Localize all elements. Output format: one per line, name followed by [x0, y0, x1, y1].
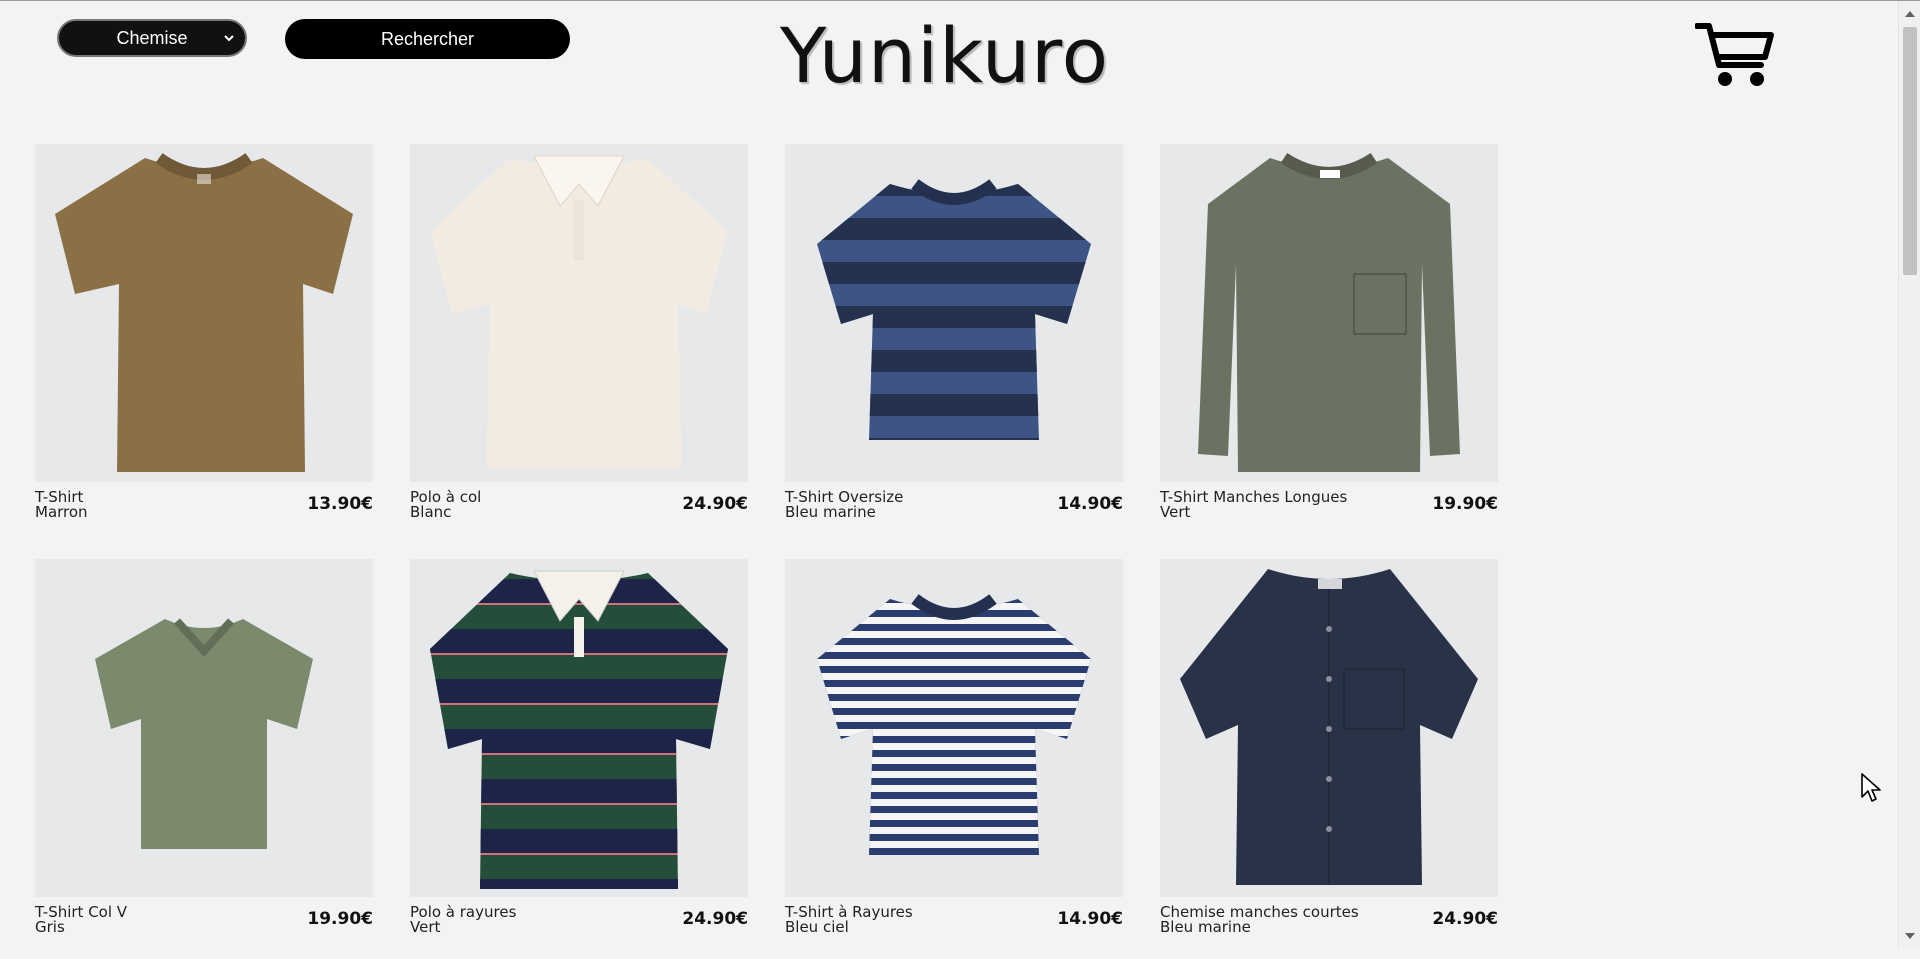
product-image[interactable]: [1160, 144, 1498, 482]
mouse-cursor-icon: [1861, 773, 1881, 802]
product-info: T-Shirt Manches Longues Vert: [1160, 490, 1390, 520]
search-button[interactable]: Rechercher: [285, 19, 570, 59]
product-card[interactable]: T-Shirt Marron 13.90€: [35, 144, 373, 544]
tshirt-stripe-thin-garment-icon: [817, 594, 1091, 855]
vertical-scrollbar[interactable]: [1898, 1, 1920, 947]
product-image[interactable]: [35, 144, 373, 482]
product-info: T-Shirt Oversize Bleu marine: [785, 490, 1015, 520]
product-info: T-Shirt Col V Gris: [35, 905, 265, 935]
product-price: 24.90€: [682, 494, 748, 514]
product-image[interactable]: [785, 559, 1123, 897]
product-color: Gris: [35, 918, 65, 936]
chevron-down-icon: [224, 35, 234, 42]
page: Chemise Rechercher Yunikuro T-Shirt Marro…: [0, 1, 1898, 947]
shopping-cart-icon[interactable]: [1695, 21, 1775, 91]
polo-garment-icon: [430, 155, 728, 468]
category-select[interactable]: Chemise: [57, 19, 247, 57]
product-price: 19.90€: [1432, 494, 1498, 514]
shirt-garment-icon: [1180, 569, 1478, 885]
product-image[interactable]: [1160, 559, 1498, 897]
product-image[interactable]: [785, 144, 1123, 482]
product-card[interactable]: T-Shirt à Rayures Bleu ciel 14.90€: [785, 559, 1123, 959]
scroll-down-arrow-icon[interactable]: [1904, 931, 1916, 941]
product-image[interactable]: [410, 144, 748, 482]
product-info: Polo à rayures Vert: [410, 905, 640, 935]
product-color: Blanc: [410, 503, 452, 521]
brand-logo: Yunikuro: [780, 11, 1110, 100]
product-card[interactable]: T-Shirt Oversize Bleu marine 14.90€: [785, 144, 1123, 544]
product-image[interactable]: [35, 559, 373, 897]
product-price: 24.90€: [682, 909, 748, 929]
tshirt-garment-icon: [55, 153, 353, 472]
product-info: Chemise manches courtes Bleu marine: [1160, 905, 1390, 935]
product-info: T-Shirt à Rayures Bleu ciel: [785, 905, 1015, 935]
product-card[interactable]: Polo à col Blanc 24.90€: [410, 144, 748, 544]
product-color: Marron: [35, 503, 88, 521]
product-price: 19.90€: [307, 909, 373, 929]
product-image[interactable]: [410, 559, 748, 897]
product-color: Vert: [1160, 503, 1191, 521]
longsleeve-garment-icon: [1198, 152, 1460, 472]
product-color: Bleu marine: [1160, 918, 1251, 936]
product-color: Vert: [410, 918, 441, 936]
product-price: 14.90€: [1057, 494, 1123, 514]
tshirt-stripe-wide-garment-icon: [817, 179, 1091, 440]
scroll-up-arrow-icon[interactable]: [1904, 9, 1916, 19]
product-price: 13.90€: [307, 494, 373, 514]
product-info: T-Shirt Marron: [35, 490, 265, 520]
product-color: Bleu marine: [785, 503, 876, 521]
product-card[interactable]: Polo à rayures Vert 24.90€: [410, 559, 748, 959]
product-card[interactable]: T-Shirt Col V Gris 19.90€: [35, 559, 373, 959]
scrollbar-thumb[interactable]: [1903, 27, 1917, 275]
product-card[interactable]: T-Shirt Manches Longues Vert 19.90€: [1160, 144, 1498, 544]
product-name: T-Shirt Manches Longues: [1160, 488, 1348, 506]
product-color: Bleu ciel: [785, 918, 849, 936]
product-name: T-Shirt Col V: [35, 903, 128, 921]
vneck-garment-icon: [95, 618, 313, 849]
product-info: Polo à col Blanc: [410, 490, 640, 520]
product-price: 14.90€: [1057, 909, 1123, 929]
product-name: Polo à rayures: [410, 903, 517, 921]
search-button-label: Rechercher: [380, 28, 475, 49]
rugby-garment-icon: [430, 570, 728, 889]
category-select-value: Chemise: [116, 27, 188, 48]
product-card[interactable]: Chemise manches courtes Bleu marine 24.90€: [1160, 559, 1498, 959]
product-price: 24.90€: [1432, 909, 1498, 929]
